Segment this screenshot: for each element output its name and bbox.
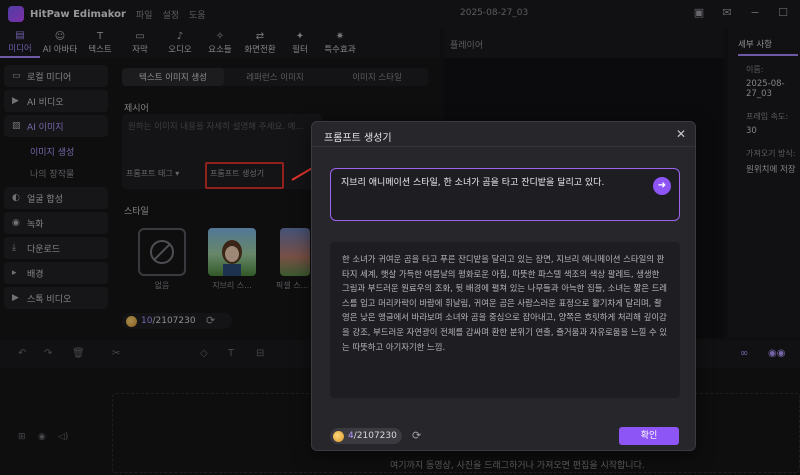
dialog-divider [312,146,695,147]
close-icon[interactable]: ✕ [676,127,686,141]
refresh-icon[interactable]: ⟳ [412,429,421,442]
dialog-title: 프롬프트 생성기 [324,133,392,144]
send-arrow-icon[interactable]: ➜ [653,177,671,195]
generated-prompt-text: 한 소녀가 귀여운 곰을 타고 푸른 잔디밭을 달리고 있는 장면, 지브리 애… [330,242,680,398]
confirm-button[interactable]: 확인 [619,427,679,445]
dialog-credits: 4/2107230 [330,428,402,444]
dialog-credits-total: /2107230 [353,431,397,441]
prompt-input-field[interactable]: 지브리 애니메이션 스타일, 한 소녀가 곰을 타고 잔디밭을 달리고 있다. [330,168,680,221]
prompt-generator-dialog: 프롬프트 생성기 ✕ 지브리 애니메이션 스타일, 한 소녀가 곰을 타고 잔디… [311,121,696,451]
coin-icon [333,430,344,442]
